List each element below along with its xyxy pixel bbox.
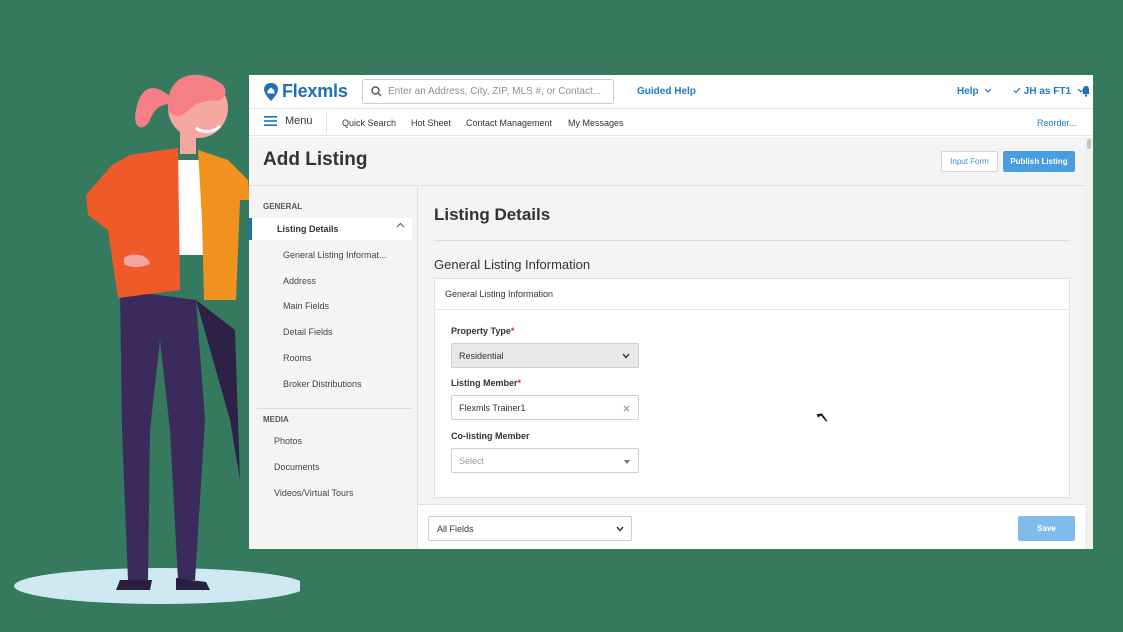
nav-bar: Menu Quick Search Hot Sheet Contact Mana… xyxy=(249,109,1093,136)
logo-text: Flexmls xyxy=(282,81,348,101)
sidebar-item-photos[interactable]: Photos xyxy=(274,436,302,446)
caret-down-icon xyxy=(624,460,630,464)
listing-member-value: Flexmls Trainer1 xyxy=(459,402,526,413)
ponytail xyxy=(135,88,170,128)
jacket-right xyxy=(198,150,250,300)
guided-help-link[interactable]: Guided Help xyxy=(637,86,696,97)
input-form-button[interactable]: Input Form xyxy=(941,151,998,172)
colisting-member-label: Co-listing Member xyxy=(451,431,530,441)
close-icon[interactable] xyxy=(623,405,630,412)
top-bar: Flexmls Guided Help Help JH as FT1 xyxy=(249,75,1093,109)
search-input[interactable] xyxy=(388,86,608,97)
sidebar-item-main-fields[interactable]: Main Fields xyxy=(283,301,329,311)
sidebar-item-rooms[interactable]: Rooms xyxy=(283,353,312,363)
sidebar-item-label: Listing Details xyxy=(277,224,339,234)
colisting-member-select[interactable]: Select xyxy=(451,448,639,473)
check-icon xyxy=(1013,87,1021,94)
sidebar-item-broker-distributions[interactable]: Broker Distributions xyxy=(283,379,362,389)
global-search[interactable] xyxy=(362,79,614,104)
chevron-up-icon[interactable] xyxy=(396,222,405,228)
sidebar-section-media: MEDIA xyxy=(263,415,289,424)
sidebar-item-listing-details[interactable]: Listing Details xyxy=(249,218,412,240)
page-header: Add Listing Input Form Publish Listing xyxy=(249,137,1085,186)
general-info-card: General Listing Information Property Typ… xyxy=(434,278,1070,498)
flexmls-logo[interactable]: Flexmls xyxy=(263,81,348,102)
property-type-label: Property Type* xyxy=(451,326,515,336)
sidebar-item-address[interactable]: Address xyxy=(283,276,316,286)
menu-button[interactable]: Menu xyxy=(264,115,313,127)
subsection-title: General Listing Information xyxy=(434,257,591,272)
required-mark: * xyxy=(517,378,522,388)
property-type-value: Residential xyxy=(459,350,504,361)
nav-hot-sheet[interactable]: Hot Sheet xyxy=(411,118,451,128)
nav-quick-search[interactable]: Quick Search xyxy=(342,118,396,128)
sidebar-item-documents[interactable]: Documents xyxy=(274,462,320,472)
floor-shadow xyxy=(14,568,300,604)
sidebar-item-detail-fields[interactable]: Detail Fields xyxy=(283,327,333,337)
flexmls-window: Flexmls Guided Help Help JH as FT1 xyxy=(249,75,1093,549)
help-menu[interactable]: Help xyxy=(957,86,992,97)
help-label: Help xyxy=(957,86,979,97)
user-menu[interactable]: JH as FT1 xyxy=(1013,86,1085,97)
bell-icon[interactable] xyxy=(1081,85,1091,97)
nav-contact-management[interactable]: Contact Management xyxy=(466,118,552,128)
colisting-placeholder: Select xyxy=(459,455,485,466)
jacket-left xyxy=(86,148,180,298)
form-footer: All Fields Save xyxy=(418,504,1085,549)
chevron-down-icon xyxy=(985,88,992,93)
nav-my-messages[interactable]: My Messages xyxy=(568,118,624,128)
legs xyxy=(120,290,205,580)
search-icon xyxy=(371,86,382,97)
publish-listing-button[interactable]: Publish Listing xyxy=(1003,151,1075,172)
fields-filter-select[interactable]: All Fields xyxy=(428,516,632,541)
chevron-down-icon xyxy=(616,526,624,532)
reorder-link[interactable]: Reorder... xyxy=(1037,118,1077,128)
listing-member-field[interactable]: Flexmls Trainer1 xyxy=(451,395,639,420)
listing-member-label: Listing Member* xyxy=(451,378,522,388)
sidebar-item-videos-virtual-tours[interactable]: Videos/Virtual Tours xyxy=(274,488,354,498)
sidebar-section-general: GENERAL xyxy=(263,202,303,211)
menu-label: Menu xyxy=(285,115,313,127)
nav-divider xyxy=(326,112,327,133)
section-sidebar: GENERAL Listing Details General Listing … xyxy=(249,186,418,549)
main-content: Listing Details General Listing Informat… xyxy=(418,186,1085,504)
mouse-cursor-icon xyxy=(815,412,829,423)
section-title: Listing Details xyxy=(434,205,551,224)
save-button[interactable]: Save xyxy=(1018,516,1075,541)
hamburger-icon xyxy=(264,116,277,126)
scrollbar-thumb[interactable] xyxy=(1087,139,1091,149)
page-scrollbar[interactable] xyxy=(1085,137,1093,549)
user-label: JH as FT1 xyxy=(1023,86,1072,97)
card-header: General Listing Information xyxy=(435,279,1069,310)
page-title: Add Listing xyxy=(263,149,368,170)
shoe-left xyxy=(116,580,152,590)
property-type-select[interactable]: Residential xyxy=(451,343,639,368)
required-mark: * xyxy=(510,326,515,336)
chevron-down-icon xyxy=(622,353,630,359)
section-divider xyxy=(434,240,1070,241)
sidebar-item-general-listing-information[interactable]: General Listing Informat... xyxy=(283,250,387,260)
fields-filter-value: All Fields xyxy=(437,523,474,534)
home-pin-icon xyxy=(264,82,278,101)
sidebar-divider xyxy=(257,408,412,409)
